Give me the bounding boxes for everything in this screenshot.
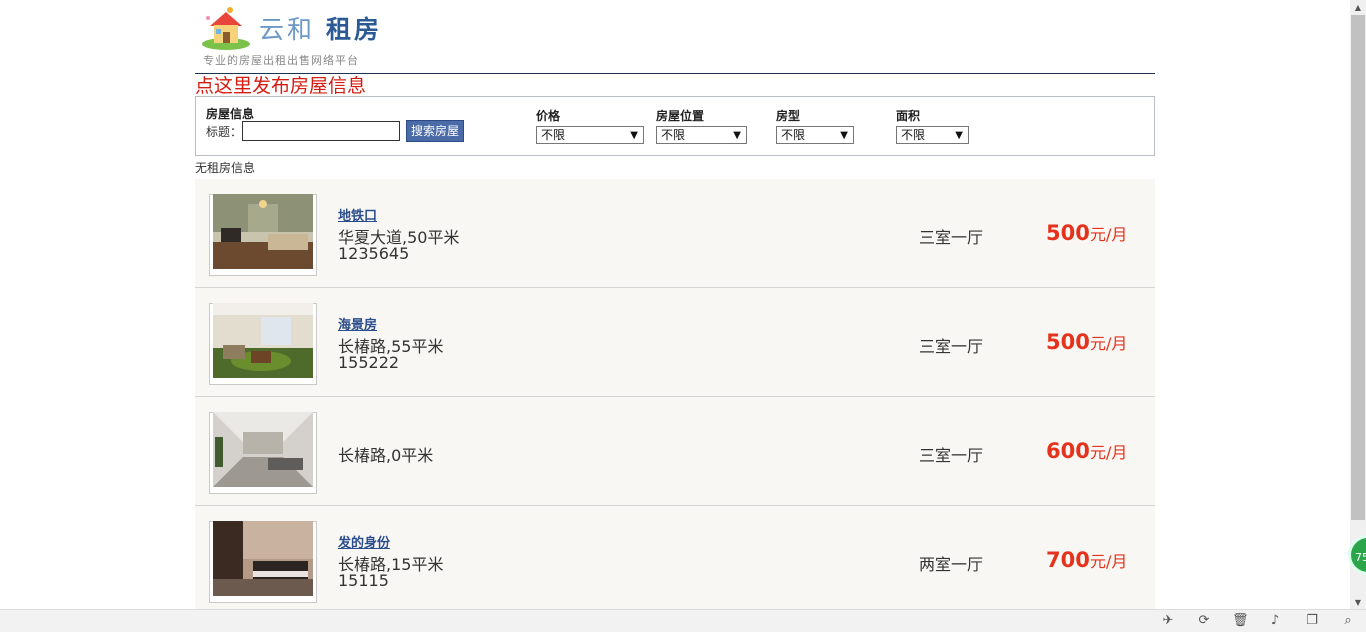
listing-thumbnail-frame[interactable] <box>209 412 317 494</box>
listing-title-link[interactable]: 地铁口 <box>338 205 377 224</box>
listing-price: 600 <box>1046 439 1090 463</box>
site-logo-text: 云和 租房 <box>259 10 382 46</box>
trash-icon[interactable]: 🗑 <box>1232 613 1249 629</box>
listing-phone: 155222 <box>338 353 400 372</box>
living-room-photo[interactable] <box>213 194 313 269</box>
house-logo-icon <box>202 7 250 50</box>
listing-price: 700 <box>1046 548 1090 572</box>
title-search-input[interactable] <box>242 121 400 141</box>
scroll-up-arrow-icon[interactable]: ▲ <box>1350 0 1366 15</box>
location-select-value: 不限 <box>661 128 686 142</box>
listing-row: 地铁口 华夏大道,50平米 1235645 三室一厅 500 元/月 <box>195 179 1155 288</box>
logo-name-bold: 租房 <box>325 15 382 44</box>
listing-list: 地铁口 华夏大道,50平米 1235645 三室一厅 500 元/月 海景房 长… <box>195 179 1155 615</box>
pin-icon[interactable]: ✈ <box>1160 613 1176 629</box>
listing-room-type: 三室一厅 <box>919 337 984 356</box>
area-label: 面积 <box>896 109 921 123</box>
location-label: 房屋位置 <box>656 109 705 123</box>
room-type-label: 房型 <box>776 109 801 123</box>
site-header: 云和 租房 专业的房屋出租出售网络平台 <box>195 0 1155 74</box>
price-select-value: 不限 <box>541 128 566 142</box>
title-label: 标题： <box>206 125 243 139</box>
scrollbar-thumb[interactable] <box>1351 15 1365 520</box>
volume-icon[interactable]: ♪ <box>1267 613 1283 629</box>
chevron-down-icon: ▼ <box>630 130 638 141</box>
publish-house-link[interactable]: 点这里发布房屋信息 <box>195 74 1155 97</box>
no-rental-info-note: 无租房信息 <box>195 161 256 175</box>
window-icon[interactable]: ❐ <box>1304 613 1320 629</box>
room-type-select-value: 不限 <box>781 128 806 142</box>
logo-name: 云和 <box>259 15 316 44</box>
area-select-value: 不限 <box>901 128 926 142</box>
site-slogan: 专业的房屋出租出售网络平台 <box>203 54 359 67</box>
listing-price: 500 <box>1046 221 1090 245</box>
listing-price-unit: 元/月 <box>1090 443 1128 462</box>
location-select[interactable]: 不限 ▼ <box>656 126 747 144</box>
listing-price-unit: 元/月 <box>1090 552 1128 571</box>
listing-price: 500 <box>1046 330 1090 354</box>
listing-title-link[interactable]: 海景房 <box>338 314 377 333</box>
zoom-icon[interactable]: ⌕ <box>1340 613 1356 629</box>
scroll-down-arrow-icon[interactable]: ▼ <box>1350 595 1366 610</box>
vertical-scrollbar[interactable]: ▲ ▼ <box>1350 0 1366 610</box>
listing-thumbnail-frame[interactable] <box>209 194 317 276</box>
listing-price-unit: 元/月 <box>1090 334 1128 353</box>
listing-price-unit: 元/月 <box>1090 225 1128 244</box>
price-label: 价格 <box>536 109 561 123</box>
price-select[interactable]: 不限 ▼ <box>536 126 644 144</box>
listing-room-type: 两室一厅 <box>919 555 984 574</box>
listing-room-type: 三室一厅 <box>919 446 984 465</box>
area-select[interactable]: 不限 ▼ <box>896 126 969 144</box>
search-filter-panel: 房屋信息 标题： 搜索房屋 价格 不限 ▼ 房屋位置 不限 ▼ 房型 不限 ▼ 面积 … <box>195 96 1155 156</box>
page-container: 云和 租房 专业的房屋出租出售网络平台 点这里发布房屋信息 房屋信息 标题： 搜… <box>195 0 1155 615</box>
living-room-photo[interactable] <box>213 521 313 596</box>
listing-row: 发的身份 长椿路,15平米 15115 两室一厅 700 元/月 <box>195 506 1155 615</box>
listing-row: 长椿路,0平米 三室一厅 600 元/月 <box>195 397 1155 506</box>
room-type-select[interactable]: 不限 ▼ <box>776 126 854 144</box>
listing-title-link[interactable]: 发的身份 <box>338 532 390 551</box>
refresh-icon[interactable]: ⟳ <box>1196 613 1212 629</box>
search-house-button[interactable]: 搜索房屋 <box>406 120 464 142</box>
chevron-down-icon: ▼ <box>733 130 741 141</box>
listing-phone: 1235645 <box>338 244 410 263</box>
listing-thumbnail-frame[interactable] <box>209 303 317 385</box>
living-room-photo[interactable] <box>213 303 313 378</box>
living-room-photo[interactable] <box>213 412 313 487</box>
listing-address: 长椿路,0平米 <box>338 446 434 465</box>
listing-row: 海景房 长椿路,55平米 155222 三室一厅 500 元/月 <box>195 288 1155 397</box>
listing-thumbnail-frame[interactable] <box>209 521 317 603</box>
listing-room-type: 三室一厅 <box>919 228 984 247</box>
house-info-label: 房屋信息 <box>206 107 255 121</box>
browser-status-bar: ✈ ⟳ 🗑 ♪ ❐ ⌕ <box>0 609 1366 632</box>
chevron-down-icon: ▼ <box>840 130 848 141</box>
chevron-down-icon: ▼ <box>955 130 963 141</box>
listing-phone: 15115 <box>338 571 389 590</box>
